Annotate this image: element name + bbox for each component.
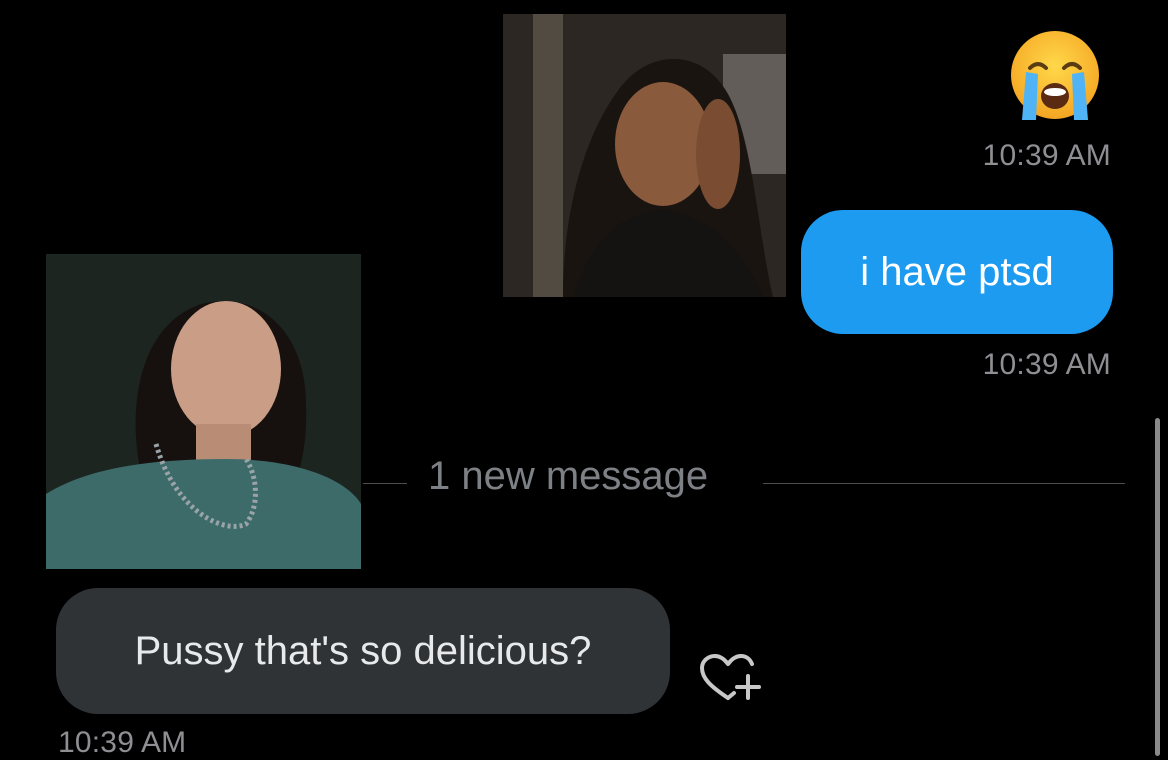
photo-woman-hand-on-head (503, 14, 786, 297)
message-timestamp: 10:39 AM (982, 139, 1111, 172)
sent-media-image[interactable] (503, 14, 786, 297)
heart-plus-icon[interactable] (698, 654, 762, 704)
message-timestamp: 10:39 AM (982, 348, 1111, 381)
loudly-crying-face-icon (1008, 28, 1102, 122)
photo-woman-smiling (46, 254, 361, 569)
received-message-bubble[interactable]: Pussy that's so delicious? (56, 588, 670, 714)
divider-line (763, 483, 1125, 484)
received-media-image[interactable] (46, 254, 361, 569)
scrollbar[interactable] (1155, 418, 1160, 756)
divider-line (363, 483, 407, 484)
sent-message-bubble[interactable]: i have ptsd (801, 210, 1113, 334)
message-text: i have ptsd (860, 249, 1054, 294)
new-message-divider-label: 1 new message (428, 454, 709, 498)
message-timestamp: 10:39 AM (58, 726, 187, 759)
message-text: Pussy that's so delicious? (134, 628, 592, 673)
